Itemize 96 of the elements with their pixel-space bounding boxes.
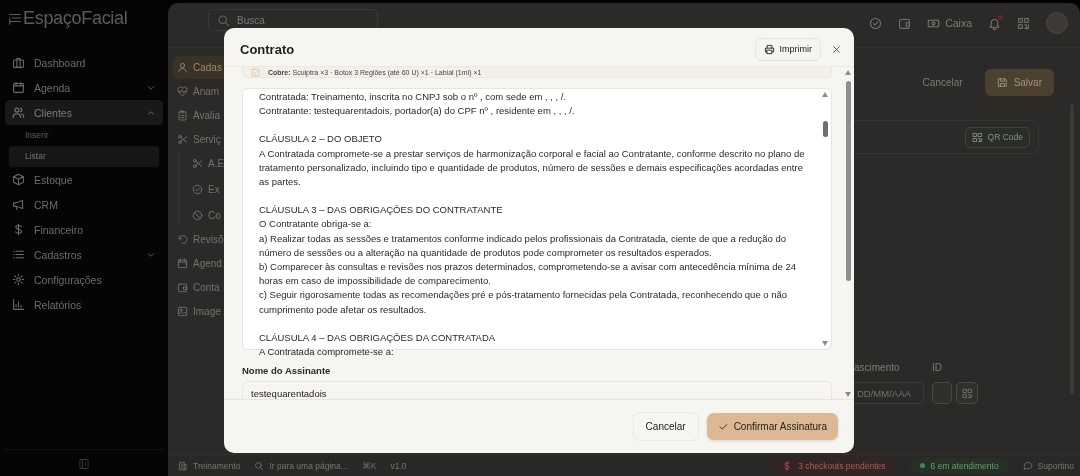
scissors-icon: [192, 158, 203, 169]
sidebar-item[interactable]: CRM: [5, 192, 163, 217]
avatar[interactable]: [1046, 12, 1068, 34]
sidebar-subitem[interactable]: Inserir: [9, 125, 159, 146]
cancel-button[interactable]: Cancelar: [910, 69, 975, 96]
save-button[interactable]: Salvar: [984, 69, 1054, 96]
contract-paragraph: A Contratada compromete-se a:: [259, 345, 395, 360]
tab-item[interactable]: Revisõ: [173, 228, 224, 251]
date-field[interactable]: DD/MM/AAA: [854, 382, 924, 404]
checkouts-badge[interactable]: 3 checkouts pendentes: [772, 457, 896, 474]
contract-paragraph: c) Seguir rigorosamente todas as recomendações pré e pós-tratamento fornecidas pela Contratada, reconhecendo que o não cumprimento pode afetar os resultados.: [259, 288, 789, 317]
dialog-title: Contrato: [240, 41, 296, 57]
tab-subitem[interactable]: Ex: [188, 178, 224, 201]
megaphone-icon: [12, 198, 25, 211]
goto-link[interactable]: Ir para uma página...: [254, 460, 348, 471]
wallet-icon: [177, 282, 188, 293]
cancel-button[interactable]: Cancelar: [632, 412, 699, 441]
sidebar-item[interactable]: Configurações: [5, 267, 163, 292]
signer-name-field[interactable]: testequarentadois: [242, 381, 832, 399]
sidebar-item[interactable]: Dashboard: [5, 50, 163, 75]
checkbox-icon: [251, 67, 260, 77]
workspace-label: Treinamento: [193, 460, 241, 471]
contract-paragraph: A Contratada compromete-se a prestar serviços de harmonização corporal e facial ao Contratante, conforme descrito no plano de tratamento personalizado, incluindo tipo e quantidade de produtos, número de sessões e demais especificações acordadas entre as partes.: [259, 146, 806, 189]
scissors-icon: [177, 134, 188, 145]
dollar-icon: [12, 223, 25, 236]
search-icon: [254, 460, 265, 471]
user-icon: [177, 62, 188, 73]
qr-code-button[interactable]: QR Code: [964, 126, 1030, 148]
image-icon: [177, 306, 188, 317]
tab-item[interactable]: Image: [173, 300, 224, 323]
tab-item[interactable]: Avalia: [173, 104, 224, 127]
contract-paragraph: Contratada: Treinamento, inscrita no CNPJ sob o nº , com sede em , , , /.: [259, 90, 568, 104]
tab-subitem[interactable]: Co: [188, 204, 224, 227]
settings-icon: [12, 273, 25, 286]
cash-register-button[interactable]: Caixa: [927, 16, 972, 30]
ban-icon: [192, 210, 203, 221]
attending-badge[interactable]: 6 em atendimento: [909, 457, 1009, 474]
sidebar-item[interactable]: Estoque: [5, 167, 163, 192]
field-label: ascimento: [854, 362, 901, 374]
sidebar-subitem[interactable]: Listar: [9, 146, 159, 167]
wallet-icon[interactable]: [898, 16, 912, 30]
tab-subitem[interactable]: A.E: [188, 152, 224, 175]
bar-chart-icon: [12, 298, 25, 311]
sidebar-item[interactable]: Agenda: [5, 75, 163, 100]
list-icon: [12, 248, 25, 261]
sidebar-item[interactable]: Cadastros: [5, 242, 163, 267]
version-label: v1.0: [390, 460, 407, 471]
bell-icon[interactable]: [988, 16, 1001, 30]
qr-code-icon: [971, 131, 983, 143]
contract-paragraph: CLÁUSULA 2 – DO OBJETO: [259, 132, 383, 147]
qr-code-icon: [961, 387, 973, 399]
contract-paragraph: CLÁUSULA 4 – DAS OBRIGAÇÕES DA CONTRATADA: [259, 330, 497, 345]
contract-paragraph: O Contratante obriga-se a:: [259, 217, 373, 232]
briefcase-icon: [12, 56, 25, 69]
contract-paragraph: CLÁUSULA 3 – DAS OBRIGAÇÕES DO CONTRATANTE: [259, 203, 504, 218]
logo-icon: [8, 11, 22, 25]
qr-code-icon[interactable]: [1017, 16, 1030, 30]
contract-paragraph: a) Realizar todas as sessões e tratamentos conforme indicado pelos profissionais da Contratada, ciente de que a redução do número de sessões ou a alteração na quantidade de produtos pode comprometer os resultados esperados.: [259, 231, 788, 260]
id-field[interactable]: [932, 382, 952, 404]
field-label: Nome do Assinante: [242, 365, 332, 376]
field-label: ID: [932, 362, 943, 374]
check-circle-icon: [192, 184, 203, 195]
collapse-sidebar-icon[interactable]: [78, 458, 90, 470]
rotate-icon: [177, 234, 188, 245]
building-icon: [178, 460, 188, 471]
sidebar-item[interactable]: Clientes: [5, 100, 163, 125]
contract-paragraph: b) Comparecer às consultas e revisões nos prazos determinados, comprometendo-se a avisar com antecedência mínima de 24 horas em caso de impossibilidade de comparecimento.: [259, 260, 797, 289]
tab-item[interactable]: Agend: [173, 252, 224, 275]
dollar-icon: [782, 460, 793, 471]
checkmark-icon: [717, 421, 729, 432]
printer-icon: [763, 43, 775, 55]
scan-qr-button[interactable]: [956, 382, 978, 404]
tab-item[interactable]: Cadas: [173, 56, 224, 79]
status-dot: [919, 463, 925, 468]
contract-paragraph: Contratante: testequarentadois, portador(a) do CPF nº , residente em , , , /.: [259, 104, 576, 119]
tab-item[interactable]: Conta: [173, 276, 224, 299]
chat-icon: [1022, 460, 1033, 471]
users-icon: [12, 106, 25, 119]
app-logo: EspaçoFacial: [23, 7, 128, 29]
shortcut-hint: ⌘K: [361, 460, 377, 471]
confirm-signature-button[interactable]: Confirmar Assinatura: [706, 413, 838, 440]
box-icon: [12, 173, 25, 186]
heart-pulse-icon: [177, 86, 188, 97]
support-link[interactable]: Suportino: [1022, 460, 1074, 471]
tab-item[interactable]: Anam: [173, 80, 224, 103]
clipboard-icon: [177, 110, 188, 121]
calendar-icon: [177, 258, 188, 269]
save-icon: [996, 77, 1008, 88]
calendar-icon: [12, 81, 25, 94]
tab-item[interactable]: Serviç: [173, 128, 224, 151]
close-icon[interactable]: [831, 43, 842, 55]
sidebar-item[interactable]: Financeiro: [5, 217, 163, 242]
sidebar-item[interactable]: Relatórios: [5, 292, 163, 317]
search-field[interactable]: Busca: [208, 9, 378, 31]
print-button[interactable]: Imprimir: [754, 37, 821, 61]
check-circle-icon[interactable]: [869, 16, 883, 30]
